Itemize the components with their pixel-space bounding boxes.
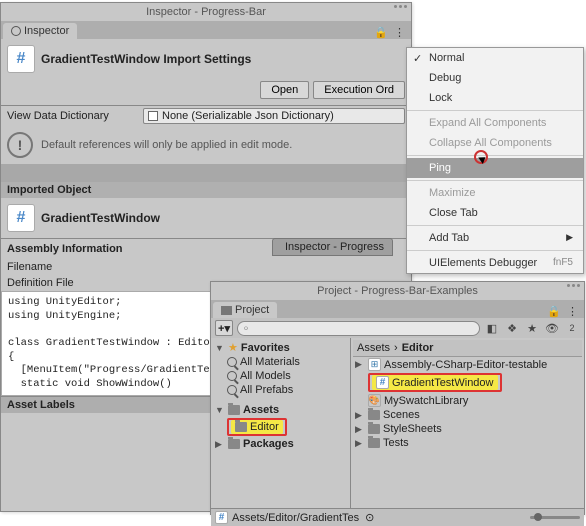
definition-label: Definition File — [7, 277, 137, 289]
secondary-inspector-tab[interactable]: Inspector - Progress — [272, 238, 393, 256]
create-button[interactable]: +▾ — [215, 320, 233, 336]
menu-maximize: Maximize — [407, 183, 583, 203]
menu-collapse-all: Collapse All Components — [407, 133, 583, 153]
filter-label-icon[interactable]: ❖ — [504, 321, 520, 335]
project-contents[interactable]: Assets › Editor ▶⊞Assembly-CSharp-Editor… — [351, 338, 584, 508]
puzzle-icon: ⊞ — [368, 358, 381, 371]
menu-expand-all: Expand All Components — [407, 113, 583, 133]
status-path: Assets/Editor/GradientTes — [232, 512, 359, 524]
kebab-icon[interactable]: ⋮ — [567, 305, 578, 318]
tree-all-materials[interactable]: All Materials — [213, 355, 348, 369]
item-gradient-test-window[interactable]: #GradientTestWindow — [353, 372, 582, 393]
menu-ping[interactable]: Ping — [407, 158, 583, 178]
swatch-icon: 🎨 — [368, 394, 381, 407]
project-search[interactable]: ৹ — [237, 321, 480, 336]
inspector-titlebar: Inspector - Progress-Bar — [1, 3, 411, 21]
tree-assets[interactable]: ▼Assets — [213, 403, 348, 417]
item-assembly[interactable]: ▶⊞Assembly-CSharp-Editor-testable — [353, 357, 582, 372]
lock-icon[interactable]: 🔒 — [547, 305, 561, 318]
lock-icon[interactable]: 🔒 — [374, 26, 388, 39]
tab-project-label: Project — [235, 304, 269, 316]
context-menu: Normal Debug Lock Expand All Components … — [406, 47, 584, 274]
kebab-icon[interactable]: ⋮ — [394, 26, 405, 39]
menu-debug[interactable]: Debug — [407, 68, 583, 88]
tab-inspector-label: Inspector — [24, 25, 69, 37]
tree-editor[interactable]: Editor — [213, 417, 348, 437]
folder-icon — [221, 306, 232, 315]
folder-icon — [228, 439, 240, 449]
tab-project[interactable]: Project — [213, 302, 277, 318]
breadcrumb-root[interactable]: Assets — [357, 342, 390, 354]
tab-inspector[interactable]: Inspector — [3, 23, 77, 39]
folder-icon — [235, 422, 247, 432]
asset-header: # GradientTestWindow Import Settings — [1, 39, 411, 79]
tree-favorites[interactable]: ▼★Favorites — [213, 340, 348, 355]
menu-normal[interactable]: Normal — [407, 48, 583, 68]
search-icon — [227, 371, 237, 381]
imported-header: Imported Object — [1, 182, 411, 198]
view-dict-value[interactable]: None (Serializable Json Dictionary) — [143, 108, 405, 124]
tree-all-models[interactable]: All Models — [213, 369, 348, 383]
thumbnail-slider[interactable] — [530, 516, 580, 519]
info-icon — [11, 26, 21, 36]
view-dict-label: View Data Dictionary — [7, 110, 137, 122]
folder-icon — [228, 405, 240, 415]
imported-name: GradientTestWindow — [41, 211, 160, 225]
breadcrumb-leaf[interactable]: Editor — [402, 342, 434, 354]
favorite-icon[interactable]: ★ — [524, 321, 540, 335]
menu-uielements-debugger[interactable]: UIElements DebuggerfnF5 — [407, 253, 583, 273]
view-dict-checkbox[interactable] — [148, 111, 158, 121]
project-title: Project - Progress-Bar-Examples — [317, 285, 478, 297]
filter-type-icon[interactable]: ◧ — [484, 321, 500, 335]
project-tree[interactable]: ▼★Favorites All Materials All Models All… — [211, 338, 351, 508]
imported-script-icon: # — [7, 204, 35, 232]
open-button[interactable]: Open — [260, 81, 309, 99]
filename-label: Filename — [7, 261, 137, 273]
execution-order-button[interactable]: Execution Ord — [313, 81, 405, 99]
folder-icon — [368, 438, 380, 448]
search-icon — [227, 357, 237, 367]
warning-row: ! Default references will only be applie… — [1, 126, 411, 164]
folder-icon — [368, 424, 380, 434]
inspector-tabbar: Inspector 🔒 ⋮ — [1, 21, 411, 39]
project-titlebar: Project - Progress-Bar-Examples — [211, 282, 584, 300]
warning-text: Default references will only be applied … — [41, 139, 292, 151]
view-dictionary-field: View Data Dictionary None (Serializable … — [1, 106, 411, 126]
item-tests[interactable]: ▶Tests — [353, 436, 582, 450]
tree-packages[interactable]: ▶Packages — [213, 437, 348, 451]
tree-all-prefabs[interactable]: All Prefabs — [213, 383, 348, 397]
script-icon: # — [7, 45, 35, 73]
warning-icon: ! — [7, 132, 33, 158]
script-icon: # — [376, 376, 389, 389]
menu-add-tab[interactable]: Add Tab — [407, 228, 583, 248]
target-icon: ⊙ — [365, 511, 374, 524]
project-window: Project - Progress-Bar-Examples Project … — [210, 281, 585, 515]
chevron-right-icon: › — [394, 342, 398, 354]
menu-close-tab[interactable]: Close Tab — [407, 203, 583, 223]
folder-icon — [368, 410, 380, 420]
item-swatch-library[interactable]: 🎨MySwatchLibrary — [353, 393, 582, 408]
project-statusbar: # Assets/Editor/GradientTes ⊙ — [211, 508, 584, 526]
count-badge: 2 — [564, 321, 580, 335]
search-icon: ৹ — [244, 319, 248, 338]
menu-lock[interactable]: Lock — [407, 88, 583, 108]
asset-title: GradientTestWindow Import Settings — [41, 52, 251, 66]
cursor-indicator — [474, 150, 488, 164]
script-icon: # — [215, 511, 228, 524]
item-scenes[interactable]: ▶Scenes — [353, 408, 582, 422]
project-toolbar: +▾ ৹ ◧ ❖ ★ 👁 2 — [211, 318, 584, 338]
hidden-icon[interactable]: 👁 — [544, 321, 560, 335]
inspector-title: Inspector - Progress-Bar — [146, 6, 266, 18]
search-icon — [227, 385, 237, 395]
item-stylesheets[interactable]: ▶StyleSheets — [353, 422, 582, 436]
breadcrumb: Assets › Editor — [353, 340, 582, 357]
